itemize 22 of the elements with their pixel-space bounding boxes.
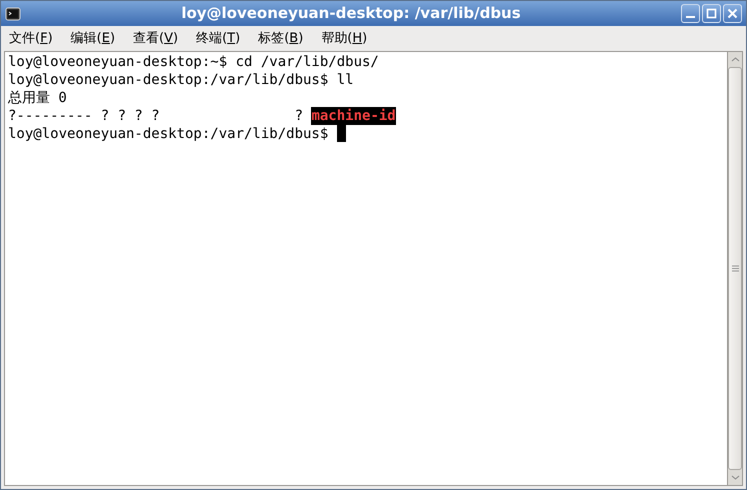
menu-item[interactable]: 文件(F)	[7, 28, 55, 48]
window-title: loy@loveoneyuan-desktop: /var/lib/dbus	[180, 3, 522, 24]
close-icon	[727, 8, 738, 19]
menu-item[interactable]: 标签(B)	[256, 28, 306, 48]
menu-item[interactable]: 终端(T)	[194, 28, 242, 48]
highlighted-filename: machine-id	[311, 107, 396, 125]
terminal-line: 总用量 0	[8, 89, 67, 107]
terminal-line: loy@loveoneyuan-desktop:/var/lib/dbus$	[8, 125, 330, 143]
maximize-icon	[706, 8, 717, 19]
terminal-icon	[5, 6, 21, 22]
terminal-line: ?--------- ? ? ? ? ?	[8, 107, 304, 125]
minimize-button[interactable]	[681, 4, 700, 23]
minimize-icon	[686, 16, 695, 18]
terminal-line: loy@loveoneyuan-desktop:/var/lib/dbus$ ll	[8, 71, 354, 89]
close-button[interactable]	[723, 4, 742, 23]
terminal-line: loy@loveoneyuan-desktop:~$ cd /var/lib/dbus/	[8, 53, 379, 71]
menu-item[interactable]: 编辑(E)	[68, 28, 118, 48]
maximize-button[interactable]	[702, 4, 721, 23]
menu-item[interactable]: 帮助(H)	[319, 28, 370, 48]
cursor	[336, 125, 346, 142]
grip-icon	[732, 265, 738, 272]
menu-item[interactable]: 查看(V)	[131, 28, 180, 48]
